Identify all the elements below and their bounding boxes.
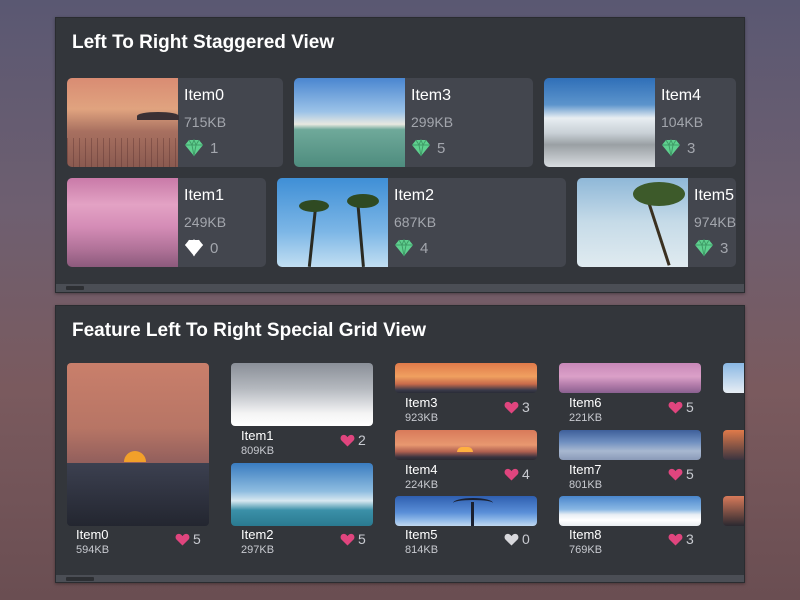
staggered-card-item3[interactable]: Item3 299KB 5 <box>294 78 533 167</box>
staggered-card-item0[interactable]: Item0 715KB 1 <box>67 78 283 167</box>
grid-item8-title: Item8 <box>569 527 602 542</box>
staggered-view-panel: Left To Right Staggered View Item0 715KB… <box>55 17 745 293</box>
staggered-card-item2[interactable]: Item2 687KB 4 <box>277 178 566 267</box>
grid-item3-title: Item3 <box>405 395 438 410</box>
item4-count: 3 <box>687 140 696 157</box>
grid-item5-likes: 0 <box>522 531 530 547</box>
staggered-card-item5[interactable]: Item5 974KB 3 <box>577 178 736 267</box>
grid-item5-title: Item5 <box>405 527 438 542</box>
heart-icon[interactable] <box>504 533 519 546</box>
staggered-view-title: Left To Right Staggered View <box>72 32 335 53</box>
diamond-icon <box>694 239 714 257</box>
grid-item2-size: 297KB <box>241 544 275 556</box>
grid-horizontal-scrollbar[interactable] <box>56 575 744 582</box>
grid-item3-thumbnail[interactable] <box>395 363 537 393</box>
grid-item7-title: Item7 <box>569 462 602 477</box>
heart-icon[interactable] <box>668 533 683 546</box>
grid-item5-size: 814KB <box>405 544 439 556</box>
heart-icon[interactable] <box>668 468 683 481</box>
item1-title: Item1 <box>184 187 225 204</box>
item5-count: 3 <box>720 240 729 257</box>
staggered-card-item4[interactable]: Item4 104KB 3 <box>544 78 736 167</box>
grid-item3-likes: 3 <box>522 399 530 415</box>
grid-item0-thumbnail[interactable] <box>67 363 209 526</box>
grid-item3-size: 923KB <box>405 412 439 424</box>
grid-next-column-thumbnail[interactable] <box>723 496 744 526</box>
item5-thumbnail <box>577 178 688 267</box>
item2-count: 4 <box>420 240 429 257</box>
grid-item8-likes: 3 <box>686 531 694 547</box>
item4-thumbnail <box>544 78 655 167</box>
item0-count: 1 <box>210 140 219 157</box>
grid-item7-likes: 5 <box>686 466 694 482</box>
special-grid-view-title: Feature Left To Right Special Grid View <box>72 320 427 341</box>
grid-item1-title: Item1 <box>241 428 274 443</box>
grid-item1-size: 809KB <box>241 445 275 457</box>
diamond-icon <box>184 139 204 157</box>
item0-title: Item0 <box>184 87 225 104</box>
heart-icon[interactable] <box>504 468 519 481</box>
staggered-horizontal-scrollbar[interactable] <box>56 284 744 292</box>
item0-size: 715KB <box>184 114 227 130</box>
item1-size: 249KB <box>184 214 227 230</box>
grid-item7-size: 801KB <box>569 479 603 491</box>
diamond-icon <box>661 139 681 157</box>
grid-item0-likes: 5 <box>193 531 201 547</box>
heart-icon[interactable] <box>340 434 355 447</box>
grid-item1-thumbnail[interactable] <box>231 363 373 426</box>
diamond-icon <box>184 239 204 257</box>
grid-item6-thumbnail[interactable] <box>559 363 701 393</box>
item1-count: 0 <box>210 240 219 257</box>
item3-thumbnail <box>294 78 405 167</box>
grid-item4-likes: 4 <box>522 466 530 482</box>
item3-size: 299KB <box>411 114 454 130</box>
grid-next-column-thumbnail[interactable] <box>723 430 744 460</box>
grid-item2-thumbnail[interactable] <box>231 463 373 526</box>
grid-item7-thumbnail[interactable] <box>559 430 701 460</box>
item4-title: Item4 <box>661 87 702 104</box>
special-grid-view-panel: Feature Left To Right Special Grid View … <box>55 305 745 583</box>
grid-item0-title: Item0 <box>76 527 109 542</box>
staggered-card-item1[interactable]: Item1 249KB 0 <box>67 178 266 267</box>
scrollbar-thumb[interactable] <box>66 286 84 290</box>
item5-title: Item5 <box>694 187 735 204</box>
grid-item4-size: 224KB <box>405 479 439 491</box>
grid-item0-size: 594KB <box>76 544 110 556</box>
grid-item2-likes: 5 <box>358 531 366 547</box>
heart-icon[interactable] <box>668 401 683 414</box>
item4-size: 104KB <box>661 114 704 130</box>
grid-item6-title: Item6 <box>569 395 602 410</box>
diamond-icon <box>411 139 431 157</box>
heart-icon[interactable] <box>175 533 190 546</box>
heart-icon[interactable] <box>340 533 355 546</box>
grid-item6-likes: 5 <box>686 399 694 415</box>
grid-item4-thumbnail[interactable] <box>395 430 537 460</box>
grid-item8-thumbnail[interactable] <box>559 496 701 526</box>
grid-item4-title: Item4 <box>405 462 438 477</box>
grid-item2-title: Item2 <box>241 527 274 542</box>
item1-thumbnail <box>67 178 178 267</box>
scrollbar-thumb[interactable] <box>66 577 94 581</box>
item3-count: 5 <box>437 140 446 157</box>
grid-item6-size: 221KB <box>569 412 603 424</box>
heart-icon[interactable] <box>504 401 519 414</box>
item2-thumbnail <box>277 178 388 267</box>
item5-size: 974KB <box>694 214 736 230</box>
item0-thumbnail <box>67 78 179 167</box>
grid-item1-likes: 2 <box>358 432 366 448</box>
diamond-icon <box>394 239 414 257</box>
grid-next-column-thumbnail[interactable] <box>723 363 744 393</box>
item2-size: 687KB <box>394 214 437 230</box>
item3-title: Item3 <box>411 87 452 104</box>
grid-item8-size: 769KB <box>569 544 603 556</box>
item2-title: Item2 <box>394 187 435 204</box>
grid-item5-thumbnail[interactable] <box>395 496 537 526</box>
